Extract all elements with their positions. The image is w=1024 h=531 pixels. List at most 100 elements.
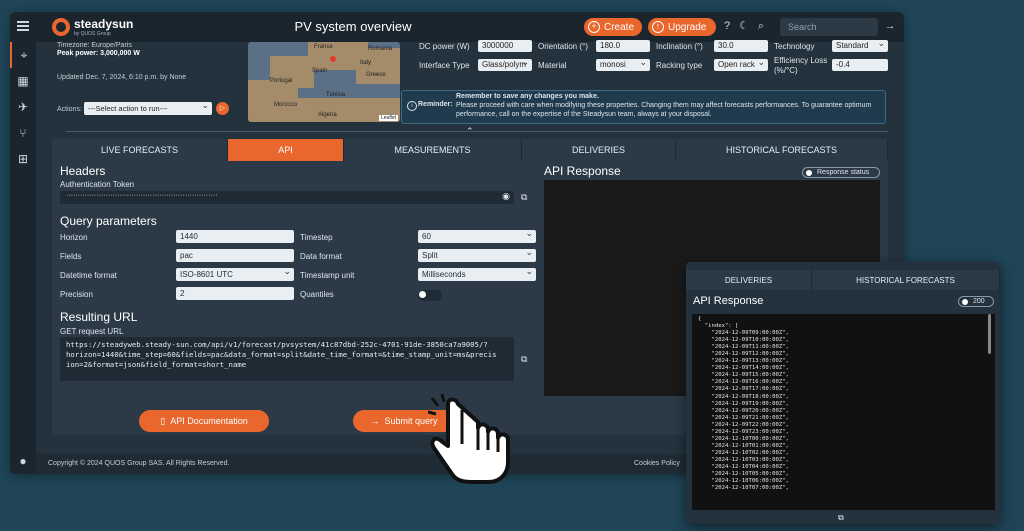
leaflet-attribution[interactable]: Leaflet: [378, 115, 398, 121]
datetime-format-select[interactable]: ISO-8601 UTC: [176, 266, 294, 281]
map[interactable]: France Romania Spain Italy Portugal Gree…: [248, 42, 400, 122]
copy-url-icon[interactable]: ⧉: [521, 354, 527, 365]
json-line: "2024-12-10T00:00:00Z",: [698, 435, 789, 442]
horizon-label: Horizon: [60, 233, 88, 242]
tab-historical-forecasts[interactable]: HISTORICAL FORECASTS: [676, 139, 888, 161]
quantiles-toggle[interactable]: [418, 290, 442, 301]
collapse-divider: [66, 131, 888, 132]
interface-type-select[interactable]: Glass/polym: [478, 57, 532, 71]
json-line: "index": [: [698, 323, 739, 330]
technology-select[interactable]: Standard: [832, 38, 888, 52]
precision-input[interactable]: 2: [176, 287, 294, 300]
hierarchy-icon[interactable]: ⊞: [10, 146, 36, 172]
auth-token-input[interactable]: ········································…: [60, 191, 514, 204]
moon-icon[interactable]: ☾: [738, 20, 750, 32]
orientation-input[interactable]: 180.0: [596, 40, 650, 52]
info-icon: i: [407, 101, 417, 111]
data-format-select[interactable]: Split: [418, 247, 536, 262]
eye-icon[interactable]: ◉: [502, 191, 510, 202]
efficiency-loss-input[interactable]: -0.4: [832, 59, 888, 71]
json-line: "2024-12-09T16:00:00Z",: [698, 379, 789, 386]
json-line: "2024-12-09T09:00:00Z",: [698, 330, 789, 337]
json-line: "2024-12-09T20:00:00Z",: [698, 407, 789, 414]
tab-bar: LIVE FORECASTS API MEASUREMENTS DELIVERI…: [52, 139, 888, 161]
run-action-button[interactable]: ▷: [216, 102, 229, 115]
reminder-box: i Reminder: Remember to save any changes…: [401, 90, 886, 124]
json-line: "2024-12-09T10:00:00Z",: [698, 337, 789, 344]
popup-tab-historical-forecasts[interactable]: HISTORICAL FORECASTS: [812, 270, 1000, 290]
json-line: {: [698, 316, 702, 322]
api-response-popup: DELIVERIES HISTORICAL FORECASTS API Resp…: [686, 262, 1000, 524]
dc-power-input[interactable]: 3000000: [478, 40, 532, 52]
scrollbar[interactable]: [988, 314, 991, 354]
network-icon[interactable]: ⑂: [10, 120, 36, 146]
url-box[interactable]: https://steadyweb.steady-sun.com/api/v1/…: [60, 337, 514, 381]
location-icon[interactable]: ⌖: [10, 42, 36, 68]
orientation-label: Orientation (°): [538, 42, 588, 51]
timestamp-unit-select[interactable]: Milliseconds: [418, 266, 536, 281]
fields-label: Fields: [60, 252, 82, 261]
response-status-toggle[interactable]: Response status: [802, 167, 880, 178]
plane-icon[interactable]: ✈: [10, 94, 36, 120]
map-label: Tunisia: [326, 92, 346, 98]
popup-tab-deliveries[interactable]: DELIVERIES: [686, 270, 812, 290]
racking-type-label: Racking type: [656, 61, 703, 70]
quantiles-label: Quantiles: [300, 290, 334, 299]
resulting-url-title: Resulting URL: [60, 310, 138, 324]
fields-input[interactable]: pac: [176, 249, 294, 262]
timestep-label: Timestep: [300, 233, 333, 242]
search-input[interactable]: Search: [780, 18, 878, 36]
copy-response-icon[interactable]: ⧉: [838, 513, 844, 523]
map-label: Algeria: [318, 112, 337, 118]
api-documentation-button[interactable]: ▯ API Documentation: [139, 410, 269, 432]
collapse-chevron-icon[interactable]: ⌃: [466, 126, 474, 137]
racking-type-select[interactable]: Open rack: [714, 57, 768, 71]
search-icon[interactable]: ⌕: [755, 20, 767, 32]
book-icon: ▯: [160, 415, 166, 426]
popup-tab-bar: DELIVERIES HISTORICAL FORECASTS: [686, 270, 1000, 290]
arrow-right-icon[interactable]: →: [884, 20, 896, 32]
json-line: "2024-12-09T15:00:00Z",: [698, 372, 789, 379]
actions-select[interactable]: ---Select action to run---: [84, 100, 212, 115]
inclination-input[interactable]: 30.0: [714, 40, 768, 52]
create-button[interactable]: + Create: [584, 18, 642, 36]
upgrade-button[interactable]: ↑ Upgrade: [648, 18, 716, 36]
json-response: { "index": [ "2024-12-09T09:00:00Z", "20…: [692, 314, 995, 510]
timestep-select[interactable]: 60: [418, 228, 536, 243]
tab-api[interactable]: API: [228, 139, 344, 161]
tab-measurements[interactable]: MEASUREMENTS: [344, 139, 522, 161]
json-line: "2024-12-09T12:00:00Z",: [698, 351, 789, 358]
json-line: "2024-12-10T02:00:00Z",: [698, 449, 789, 456]
arrow-icon: →: [370, 416, 380, 426]
help-icon[interactable]: ?: [721, 20, 733, 32]
map-label: Romania: [368, 46, 393, 52]
user-icon[interactable]: ●: [10, 448, 36, 474]
copy-icon[interactable]: ⧉: [521, 192, 527, 203]
json-line: "2024-12-10T07:00:00Z",: [698, 485, 789, 492]
sidebar: ⌖ ▦ ✈ ⑂ ⊞ ●: [10, 42, 36, 474]
map-label: Greece: [366, 72, 386, 78]
json-line: "2024-12-10T06:00:00Z",: [698, 478, 789, 485]
top-bar: steadysun by QUOS Group PV system overvi…: [10, 12, 904, 42]
map-label: France: [314, 44, 333, 50]
plus-icon: +: [588, 21, 600, 33]
precision-label: Precision: [60, 290, 93, 299]
tab-live-forecasts[interactable]: LIVE FORECASTS: [52, 139, 228, 161]
headers-title: Headers: [60, 164, 106, 178]
material-select[interactable]: monosi: [596, 57, 650, 71]
popup-status-toggle[interactable]: 200: [958, 296, 994, 307]
json-line: "2024-12-10T05:00:00Z",: [698, 471, 789, 478]
horizon-input[interactable]: 1440: [176, 230, 294, 243]
reminder-label: Reminder:: [418, 101, 453, 108]
building-icon[interactable]: ▦: [10, 68, 36, 94]
map-marker-icon[interactable]: [330, 56, 336, 62]
cookies-policy-link[interactable]: Cookies Policy: [634, 460, 680, 467]
popup-response-title: API Response: [693, 295, 764, 307]
tab-deliveries[interactable]: DELIVERIES: [522, 139, 676, 161]
updated-text: Updated Dec. 7, 2024, 6:10 p.m. by None: [57, 74, 187, 81]
json-line: "2024-12-09T23:00:00Z",: [698, 428, 789, 435]
url-line: horizon=1440&time_step=60&fields=pac&dat…: [66, 350, 497, 359]
map-label: Portugal: [270, 78, 293, 84]
datetime-format-label: Datetime format: [60, 271, 117, 280]
url-line: https://steadyweb.steady-sun.com/api/v1/…: [66, 340, 488, 349]
